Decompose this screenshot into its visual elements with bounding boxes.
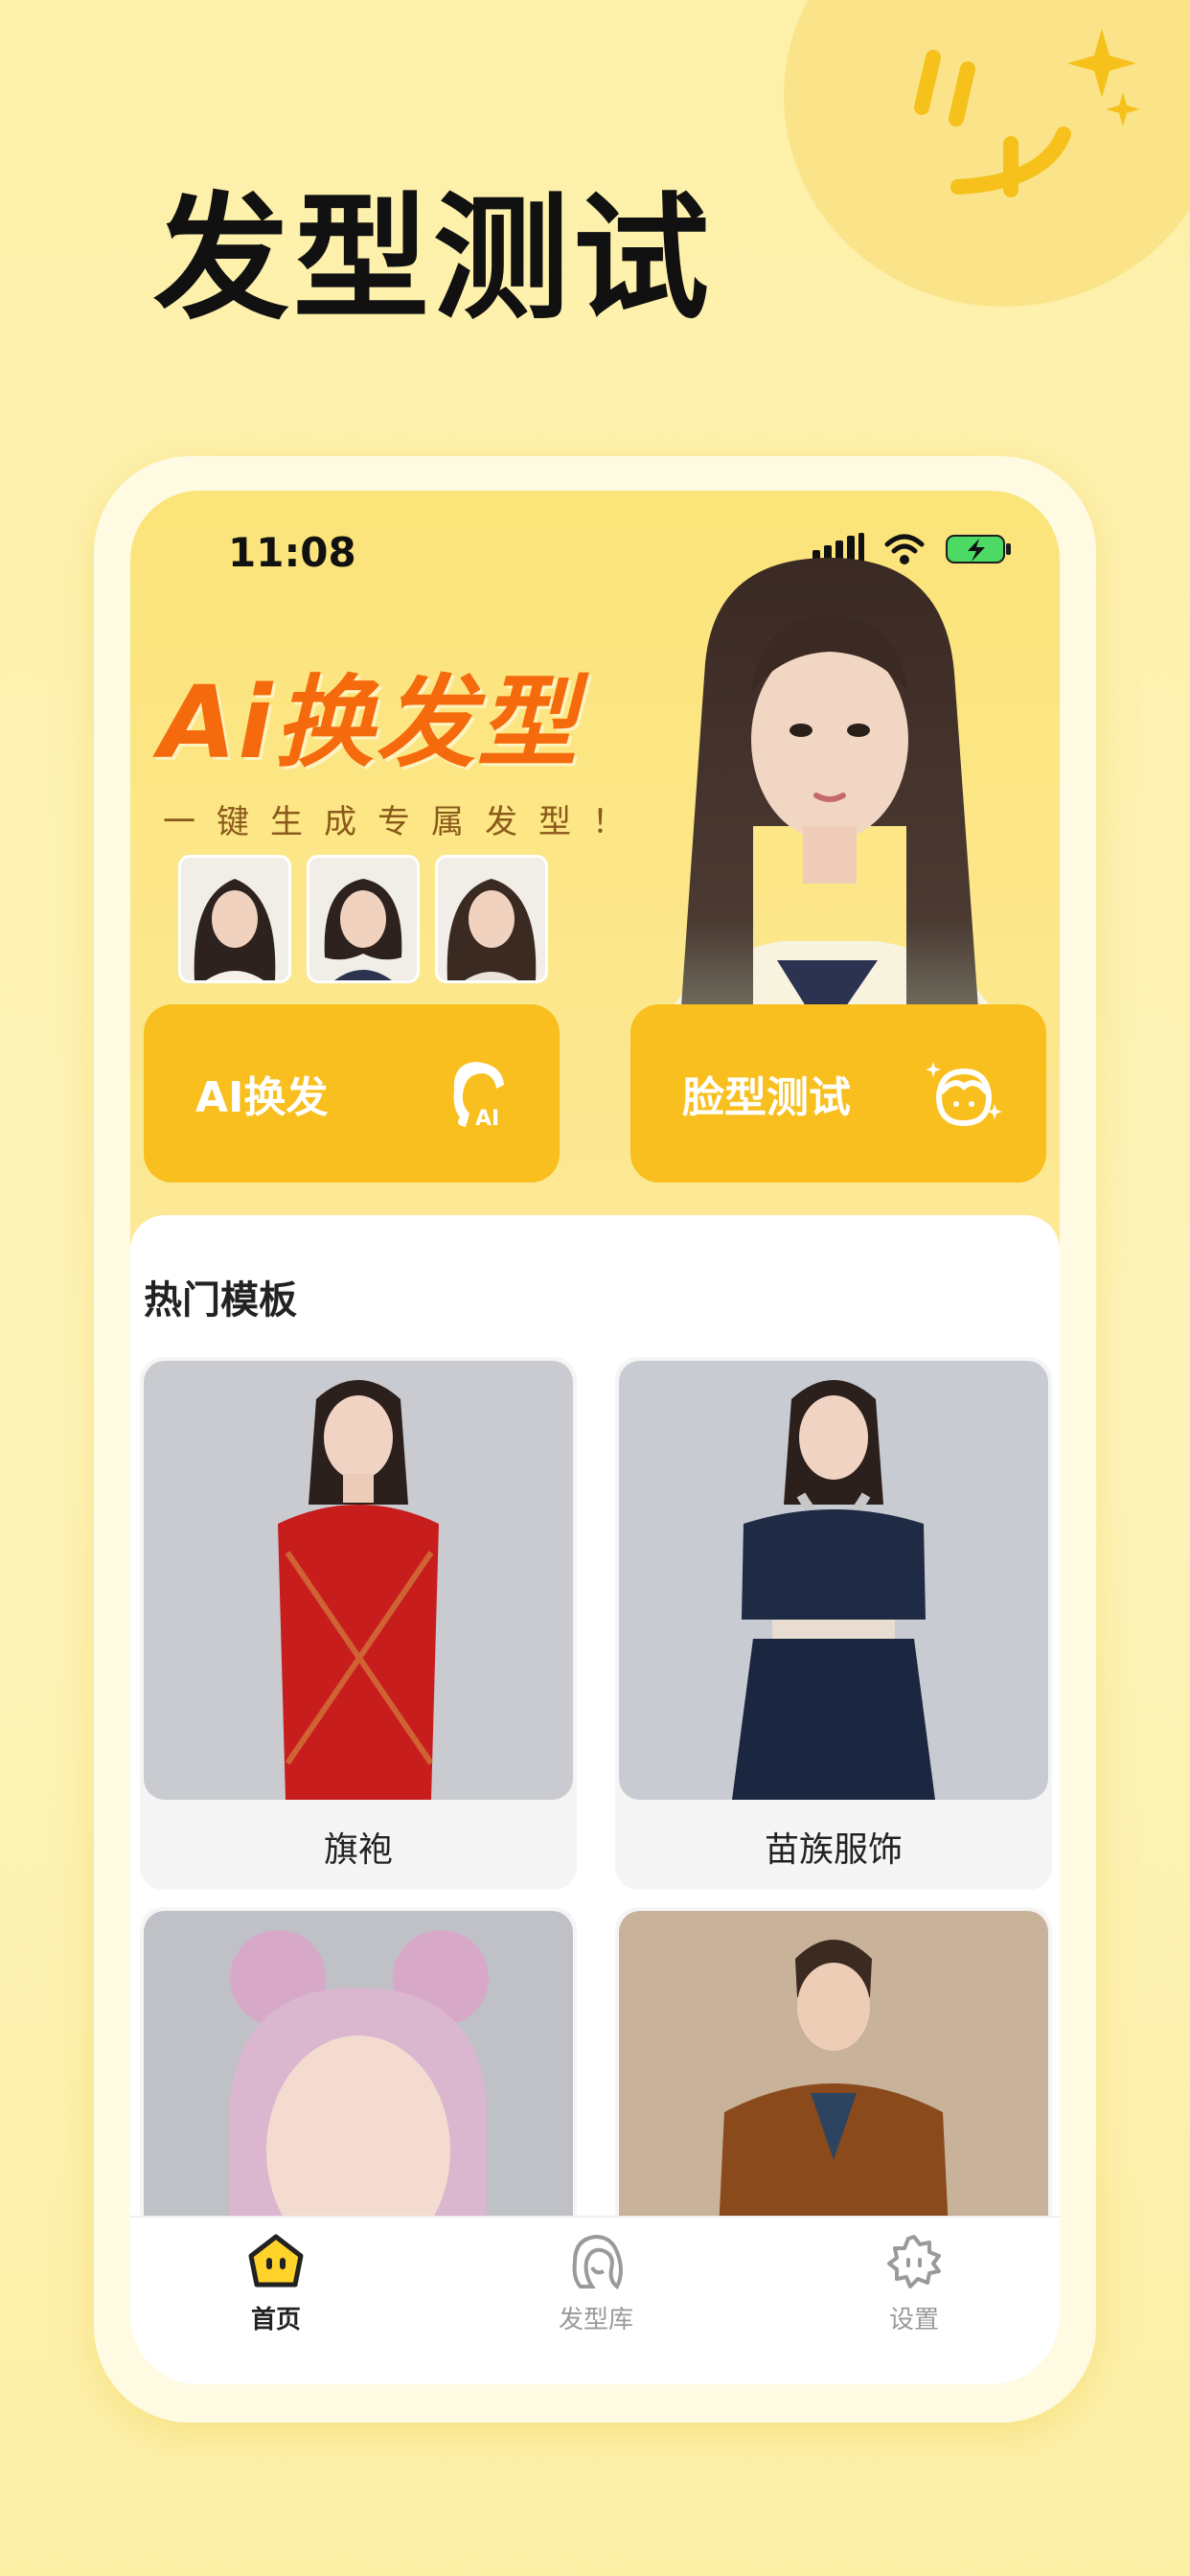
tab-settings[interactable]: 设置 [828,2233,1000,2335]
settings-gear-icon [887,2235,941,2288]
tab-hair-library[interactable]: 发型库 [510,2233,682,2335]
ai-hair-swap-label: AI换发 [195,1073,329,1122]
page-headline: 发型测试 [153,180,713,338]
bottom-tab-bar: 首页 发型库 设置 [130,2216,1060,2384]
app-screen: 11:08 Ai换发型 一键生成专属发型！ AI换发 AI 脸型测试 热门模板 … [130,491,1060,2384]
hair-ai-icon: AI [453,1062,504,1131]
status-time: 11:08 [228,529,356,576]
face-shape-test-button[interactable]: 脸型测试 [630,1004,1046,1183]
tab-hair-library-label: 发型库 [558,2306,633,2334]
tab-home-label: 首页 [250,2306,301,2334]
ai-hair-swap-button[interactable]: AI换发 AI [144,1004,560,1183]
template-section: 热门模板 旗袍 苗族服饰 [130,1215,1060,2384]
template-card-qipao[interactable]: 旗袍 [140,1357,577,1890]
template-card-miao[interactable]: 苗族服饰 [615,1357,1052,1890]
tab-settings-label: 设置 [888,2306,939,2334]
sample-thumbnail [178,855,291,983]
banner-title: Ai换发型 [159,664,580,781]
template-label: 旗袍 [323,1830,393,1870]
face-sparkle-icon [926,1062,1002,1127]
home-face-icon [248,2234,304,2288]
template-label: 苗族服饰 [764,1830,903,1870]
template-image [619,1361,1048,1800]
sample-hairstyle-thumbnails [178,855,548,983]
face-shape-test-label: 脸型测试 [682,1073,851,1122]
sample-thumbnail [307,855,420,983]
hero-portrait-image [648,558,1021,1075]
sample-thumbnail [435,855,548,983]
smiley-sparkle-icon [914,29,1140,197]
svg-text:AI: AI [475,1107,499,1131]
banner-subtitle: 一键生成专属发型！ [163,803,646,841]
hair-library-icon [572,2234,623,2290]
template-image [144,1361,573,1800]
tab-home[interactable]: 首页 [190,2233,362,2335]
section-title: 热门模板 [144,1278,297,1322]
